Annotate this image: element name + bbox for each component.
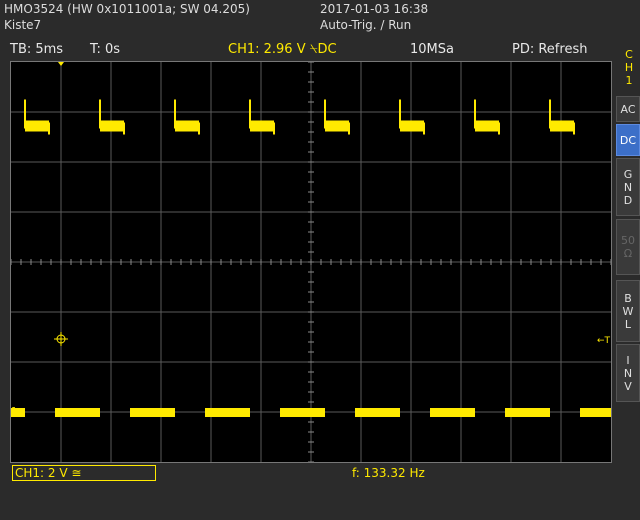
button-label: N bbox=[623, 180, 633, 194]
cursor-crosshair-icon[interactable] bbox=[54, 332, 68, 346]
trace-high-segment bbox=[175, 120, 199, 132]
invert-button[interactable]: I N V bbox=[616, 344, 640, 402]
waveform-plot: ←T 1 bbox=[11, 62, 611, 462]
trace-low-segment bbox=[505, 408, 550, 417]
button-label: D bbox=[623, 193, 633, 207]
trigger-mode: Auto-Trig. / Run bbox=[320, 18, 412, 32]
channel-tag-letter: H bbox=[624, 61, 634, 74]
trace-high-segment bbox=[550, 120, 574, 132]
button-label: Ω bbox=[623, 247, 633, 260]
waveform-display[interactable]: ←T 1 bbox=[10, 61, 612, 463]
button-label: B bbox=[624, 291, 632, 305]
button-label: V bbox=[624, 379, 632, 393]
trace-low-segment bbox=[130, 408, 175, 417]
channel-tag-letter: 1 bbox=[625, 74, 633, 87]
trace-low-segment bbox=[580, 408, 611, 417]
trace-low-segment bbox=[430, 408, 475, 417]
device-info: HMO3524 (HW 0x1011001a; SW 04.205) bbox=[4, 2, 250, 16]
button-label: 50 bbox=[621, 234, 635, 247]
trace-high-segment bbox=[325, 120, 349, 132]
bandwidth-limit-button[interactable]: B W L bbox=[616, 280, 640, 342]
trace-high-segment bbox=[250, 120, 274, 132]
trace-high-segment bbox=[400, 120, 424, 132]
coupling-dc-button[interactable]: DC bbox=[616, 124, 640, 156]
button-label: G bbox=[623, 167, 633, 181]
button-label: W bbox=[622, 304, 634, 318]
trigger-time-readout[interactable]: T: 0s bbox=[90, 42, 120, 57]
trigger-level-marker[interactable]: ←T bbox=[597, 336, 611, 346]
status-bar: TB: 5ms T: 0s CH1: 2.96 V ⍀DC 10MSa PD: … bbox=[0, 40, 612, 60]
channel-scale-box[interactable]: CH1: 2 V ≅ bbox=[12, 465, 156, 481]
peak-detect-readout[interactable]: PD: Refresh bbox=[512, 42, 587, 57]
trace-low-segment bbox=[355, 408, 400, 417]
channel-trigger-readout[interactable]: CH1: 2.96 V ⍀DC bbox=[228, 42, 337, 57]
button-label: DC bbox=[619, 133, 637, 147]
button-label: AC bbox=[620, 102, 636, 116]
frequency-readout: f: 133.32 Hz bbox=[352, 466, 425, 480]
coupling-gnd-button[interactable]: G N D bbox=[616, 158, 640, 216]
button-label: I bbox=[626, 353, 630, 367]
trace-low-segment bbox=[205, 408, 250, 417]
channel-tag: C H 1 bbox=[620, 48, 638, 87]
sample-rate-readout[interactable]: 10MSa bbox=[410, 42, 454, 57]
timebase-readout[interactable]: TB: 5ms bbox=[10, 42, 63, 57]
channel-tag-letter: C bbox=[625, 48, 633, 61]
trigger-position-marker[interactable] bbox=[58, 62, 64, 66]
trace-low-segment bbox=[280, 408, 325, 417]
bottom-bar: CH1: 2 V ≅ f: 133.32 Hz bbox=[0, 464, 612, 484]
trace-high-segment bbox=[25, 120, 49, 132]
trace-high-segment bbox=[475, 120, 499, 132]
trace-low-segment bbox=[55, 408, 100, 417]
button-label: L bbox=[624, 317, 632, 331]
trace-high-segment bbox=[100, 120, 124, 132]
coupling-ac-button[interactable]: AC bbox=[616, 96, 640, 122]
device-name: Kiste7 bbox=[4, 18, 42, 32]
button-label: N bbox=[623, 366, 633, 380]
impedance-50ohm-button[interactable]: 50 Ω bbox=[616, 219, 640, 275]
datetime: 2017-01-03 16:38 bbox=[320, 2, 429, 16]
channel-ground-marker[interactable]: 1 bbox=[11, 406, 17, 417]
